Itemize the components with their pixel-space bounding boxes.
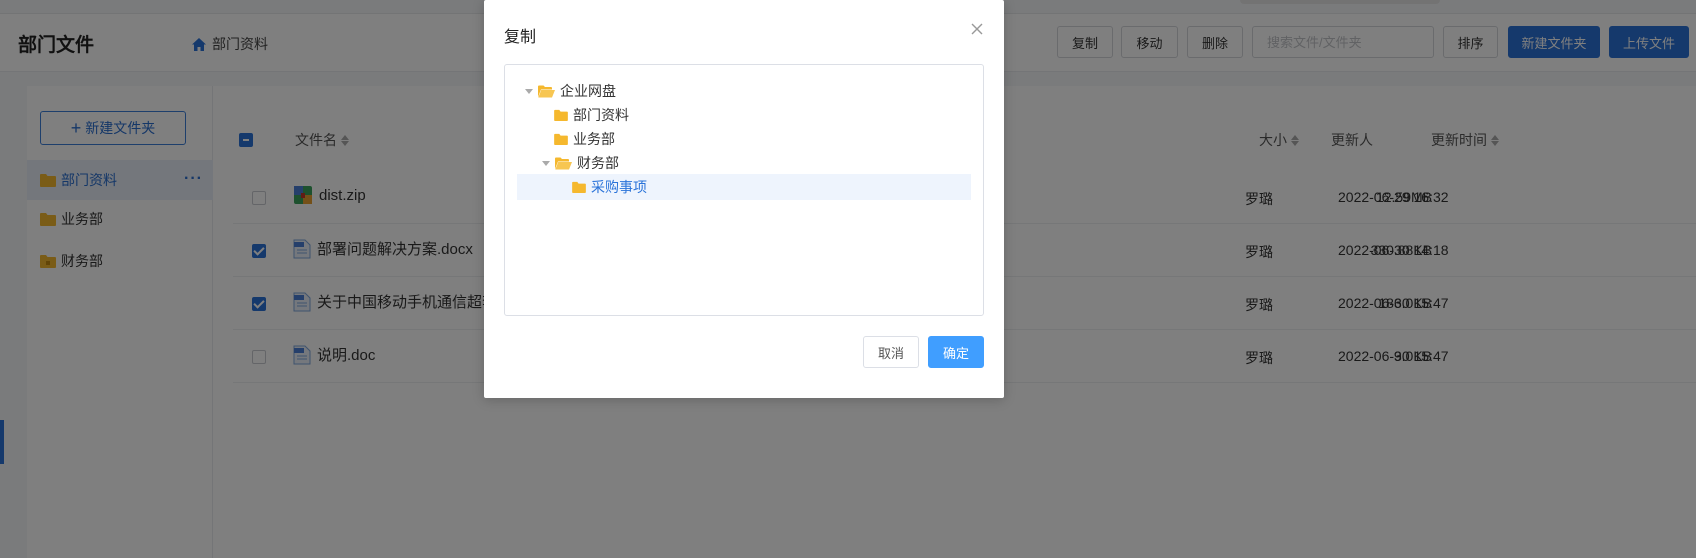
folder-open-icon <box>538 85 555 97</box>
tree-node-label: 部门资料 <box>573 107 629 123</box>
cancel-button[interactable]: 取消 <box>863 336 919 368</box>
confirm-button[interactable]: 确定 <box>928 336 984 368</box>
tree-node-label: 业务部 <box>573 131 615 147</box>
tree-node-business[interactable]: 业务部 <box>517 126 971 152</box>
tree-node-root[interactable]: 企业网盘 <box>517 78 971 104</box>
copy-dialog: 复制 企业网盘 部门资料 业务部 财务部 采购事项 取消 确定 <box>484 0 1004 398</box>
tree-node-finance[interactable]: 财务部 <box>517 150 971 176</box>
tree-node-label: 采购事项 <box>591 179 647 195</box>
folder-open-icon <box>555 157 572 169</box>
dialog-title: 复制 <box>504 29 537 46</box>
tree-node-label: 企业网盘 <box>560 83 616 99</box>
close-icon[interactable] <box>970 22 984 36</box>
caret-down-icon[interactable] <box>525 88 533 94</box>
folder-icon <box>554 133 568 145</box>
folder-icon <box>572 181 586 193</box>
tree-node-purchasing[interactable]: 采购事项 <box>517 174 971 200</box>
tree-node-dept-docs[interactable]: 部门资料 <box>517 102 971 128</box>
tree-node-label: 财务部 <box>577 155 619 171</box>
folder-tree: 企业网盘 部门资料 业务部 财务部 采购事项 <box>504 64 984 316</box>
folder-icon <box>554 109 568 121</box>
caret-down-icon[interactable] <box>542 160 550 166</box>
